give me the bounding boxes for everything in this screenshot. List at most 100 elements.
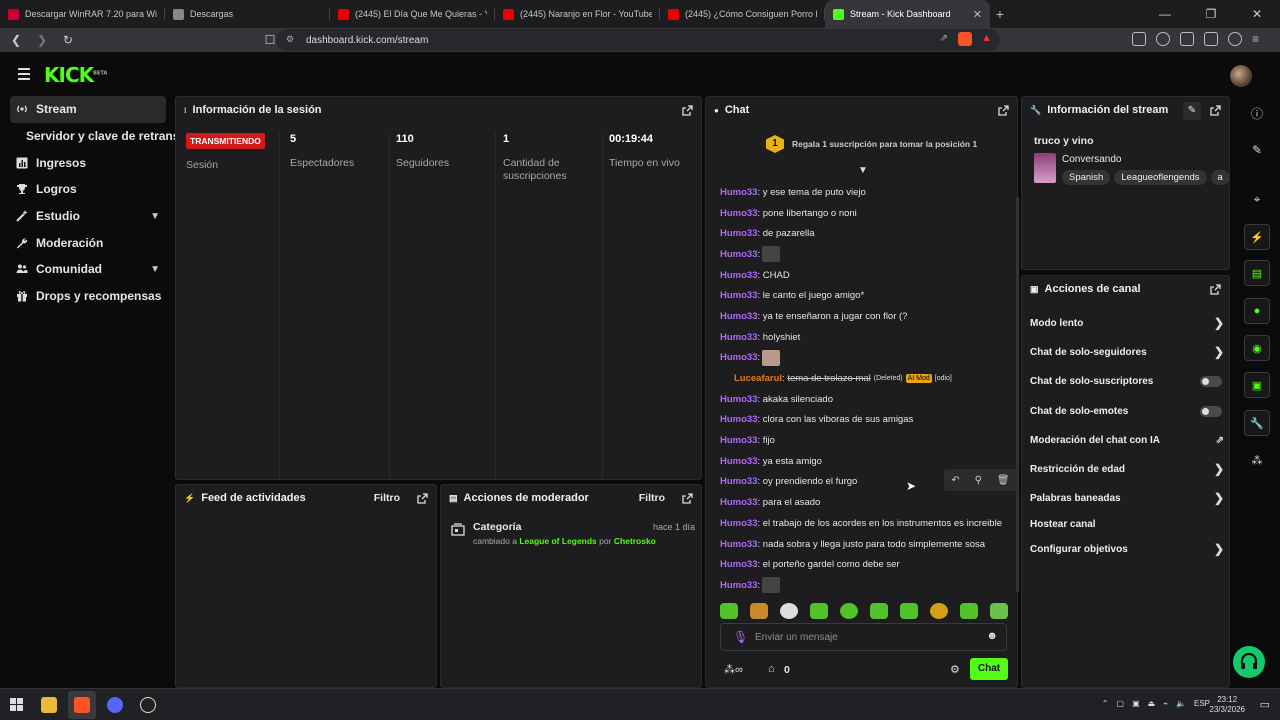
channel-points-icon[interactable]: ⁂∞ xyxy=(724,663,743,676)
language-indicator[interactable]: ESP xyxy=(1194,699,1210,708)
entry-user[interactable]: Chetrosko xyxy=(614,536,656,546)
popout-icon[interactable] xyxy=(417,493,428,504)
network-icon[interactable]: ⌁ xyxy=(1163,699,1168,708)
chat-username[interactable]: Humo33 xyxy=(720,394,757,405)
browser-tab[interactable]: (2445) ¿Cómo Consiguen Porro los Argenti… xyxy=(660,0,825,28)
sidebar-item-comunidad[interactable]: Comunidad ▼ xyxy=(0,256,170,283)
deleted-chat-message[interactable]: Luceafarul: tema de trolazo mal (Deleted… xyxy=(720,368,1010,389)
usb-icon[interactable]: ⏏ xyxy=(1148,699,1156,708)
filter-button[interactable]: Filtro xyxy=(639,492,665,504)
popout-icon[interactable] xyxy=(682,493,693,504)
chat-username[interactable]: Luceafarul xyxy=(734,373,782,384)
emoji-icon[interactable]: ☻ xyxy=(986,630,998,642)
new-tab-button[interactable]: + xyxy=(990,6,1010,22)
action-slow-mode[interactable]: Modo lento ❯ xyxy=(1030,313,1224,333)
chat-username[interactable]: Humo33 xyxy=(720,270,757,281)
chat-message[interactable]: Humo33: CHAD xyxy=(720,265,1010,286)
emote-icon[interactable] xyxy=(780,603,798,619)
chat-username[interactable]: Humo33 xyxy=(720,228,757,239)
sidebar-item-estudio[interactable]: Estudio ▼ xyxy=(0,203,170,230)
chat-message[interactable]: Humo33: ya te enseñaron a jugar con flor… xyxy=(720,306,1010,327)
action-followers-only[interactable]: Chat de solo-seguidores ❯ xyxy=(1030,342,1224,362)
chat-username[interactable]: Humo33 xyxy=(720,414,757,425)
music-icon[interactable] xyxy=(1156,32,1170,46)
brave-browser-icon[interactable] xyxy=(74,697,90,713)
action-host-channel[interactable]: Hostear canal xyxy=(1030,514,1224,534)
help-chat-button[interactable] xyxy=(1233,646,1265,678)
forward-icon[interactable]: ❯ xyxy=(32,33,52,47)
chat-message[interactable]: Humo33: holyshiet xyxy=(720,327,1010,348)
focus-icon[interactable]: ⌖ xyxy=(1244,186,1270,212)
edit-icon[interactable]: ✎ xyxy=(1244,137,1270,163)
sub-gift-leaderboard[interactable]: 1 Regala 1 suscripción para tomar la pos… xyxy=(766,135,977,153)
url-field[interactable]: ⚙ dashboard.kick.com/stream ⇗ ▲ xyxy=(276,29,1000,51)
emote-icon[interactable] xyxy=(750,603,768,619)
microphone-icon[interactable]: 🎙 xyxy=(733,630,748,644)
media-icon[interactable]: ▣ xyxy=(1244,372,1270,398)
browser-tab[interactable]: Descargar WinRAR 7.20 para Windows xyxy=(0,0,165,28)
delete-icon[interactable]: 🗑 xyxy=(997,475,1010,486)
pin-icon[interactable]: ⚲ xyxy=(975,475,982,486)
wrench-icon[interactable]: 🔧 xyxy=(1244,410,1270,436)
back-icon[interactable]: ❮ xyxy=(6,33,26,47)
sidebar-item-drops[interactable]: Drops y recompensas xyxy=(0,283,170,310)
emote-icon[interactable] xyxy=(930,603,948,619)
sidebar-item-moderacion[interactable]: Moderación xyxy=(0,229,170,256)
share-icon[interactable]: ⇗ xyxy=(940,33,948,44)
action-goals[interactable]: Configurar objetivos ❯ xyxy=(1030,539,1224,559)
chat-username[interactable]: Humo33 xyxy=(720,456,757,467)
brave-rewards-icon[interactable]: ▲ xyxy=(981,32,992,44)
emote-icon[interactable] xyxy=(810,603,828,619)
chat-message[interactable]: Humo33: pone libertango o noni xyxy=(720,203,1010,224)
chat-username[interactable]: Humo33 xyxy=(720,332,757,343)
wallet-icon[interactable] xyxy=(1204,32,1218,46)
chat-message[interactable]: Humo33: akaka silenciado xyxy=(720,389,1010,410)
chat-scrollbar[interactable] xyxy=(1016,197,1019,592)
action-ai-moderation[interactable]: Moderación del chat con IA ⇗ xyxy=(1030,430,1224,450)
sidebar-toggle-icon[interactable] xyxy=(1180,32,1194,46)
stream-tag[interactable]: Leagueoflengends xyxy=(1114,170,1207,185)
stream-tag[interactable]: Spanish xyxy=(1062,170,1111,185)
chat-username[interactable]: Humo33 xyxy=(720,249,757,260)
reload-icon[interactable]: ↻ xyxy=(58,33,78,47)
vpn-icon[interactable] xyxy=(1228,32,1242,46)
emote-icon[interactable] xyxy=(960,603,978,619)
chat-username[interactable]: Humo33 xyxy=(720,518,757,529)
emote-icon[interactable] xyxy=(990,603,1008,619)
chevron-up-icon[interactable]: ⌃ xyxy=(1102,699,1109,708)
quick-action-bolt-icon[interactable]: ⚡ xyxy=(1244,224,1270,250)
chat-message[interactable]: Humo33: y ese tema de puto viejo xyxy=(720,182,1010,203)
chat-username[interactable]: Humo33 xyxy=(720,580,757,591)
kick-logo[interactable]: KICKBETA xyxy=(44,63,107,87)
category-name[interactable]: Conversando xyxy=(1062,154,1121,165)
browser-tab[interactable]: Descargas xyxy=(165,0,330,28)
emote-icon[interactable] xyxy=(720,603,738,619)
edit-pencil-icon[interactable]: ✎ xyxy=(1183,102,1201,120)
chevron-down-icon[interactable]: ▼ xyxy=(150,264,160,275)
popout-icon[interactable] xyxy=(1210,284,1221,295)
chat-message[interactable]: Humo33: el porteño gardel como debe ser xyxy=(720,554,1010,575)
sidebar-item-stream[interactable]: Stream xyxy=(10,96,166,123)
chat-username[interactable]: Humo33 xyxy=(720,435,757,446)
chat-username[interactable]: Humo33 xyxy=(720,208,757,219)
chat-username[interactable]: Humo33 xyxy=(720,352,757,363)
brave-shield-icon[interactable] xyxy=(958,32,972,46)
volume-icon[interactable]: 🔈 xyxy=(1176,699,1186,708)
browser-tab-active[interactable]: Stream - Kick Dashboard ✕ xyxy=(825,0,990,28)
sidebar-item-ingresos[interactable]: Ingresos xyxy=(0,149,170,176)
stream-tag[interactable]: a xyxy=(1210,170,1230,185)
chat-username[interactable]: Humo33 xyxy=(720,559,757,570)
browser-tab[interactable]: (2445) El Día Que Me Quieras - YouTube xyxy=(330,0,495,28)
filter-button[interactable]: Filtro xyxy=(374,492,400,504)
chat-message[interactable]: Humo33: el trabajo de los acordes en los… xyxy=(720,513,1010,534)
restore-icon[interactable]: ❐ xyxy=(1188,0,1234,28)
popout-icon[interactable] xyxy=(682,105,693,116)
clock[interactable]: 23:12 23/3/2026 xyxy=(1209,695,1245,715)
chat-message[interactable]: Humo33: nada sobra y llega justo para to… xyxy=(720,534,1010,555)
chat-username[interactable]: Humo33 xyxy=(720,539,757,550)
chat-username[interactable]: Humo33 xyxy=(720,476,757,487)
chat-message[interactable]: Humo33: para el asado xyxy=(720,492,1010,513)
chat-username[interactable]: Humo33 xyxy=(720,311,757,322)
chat-username[interactable]: Humo33 xyxy=(720,290,757,301)
chat-message[interactable]: Humo33: xyxy=(720,348,1010,369)
